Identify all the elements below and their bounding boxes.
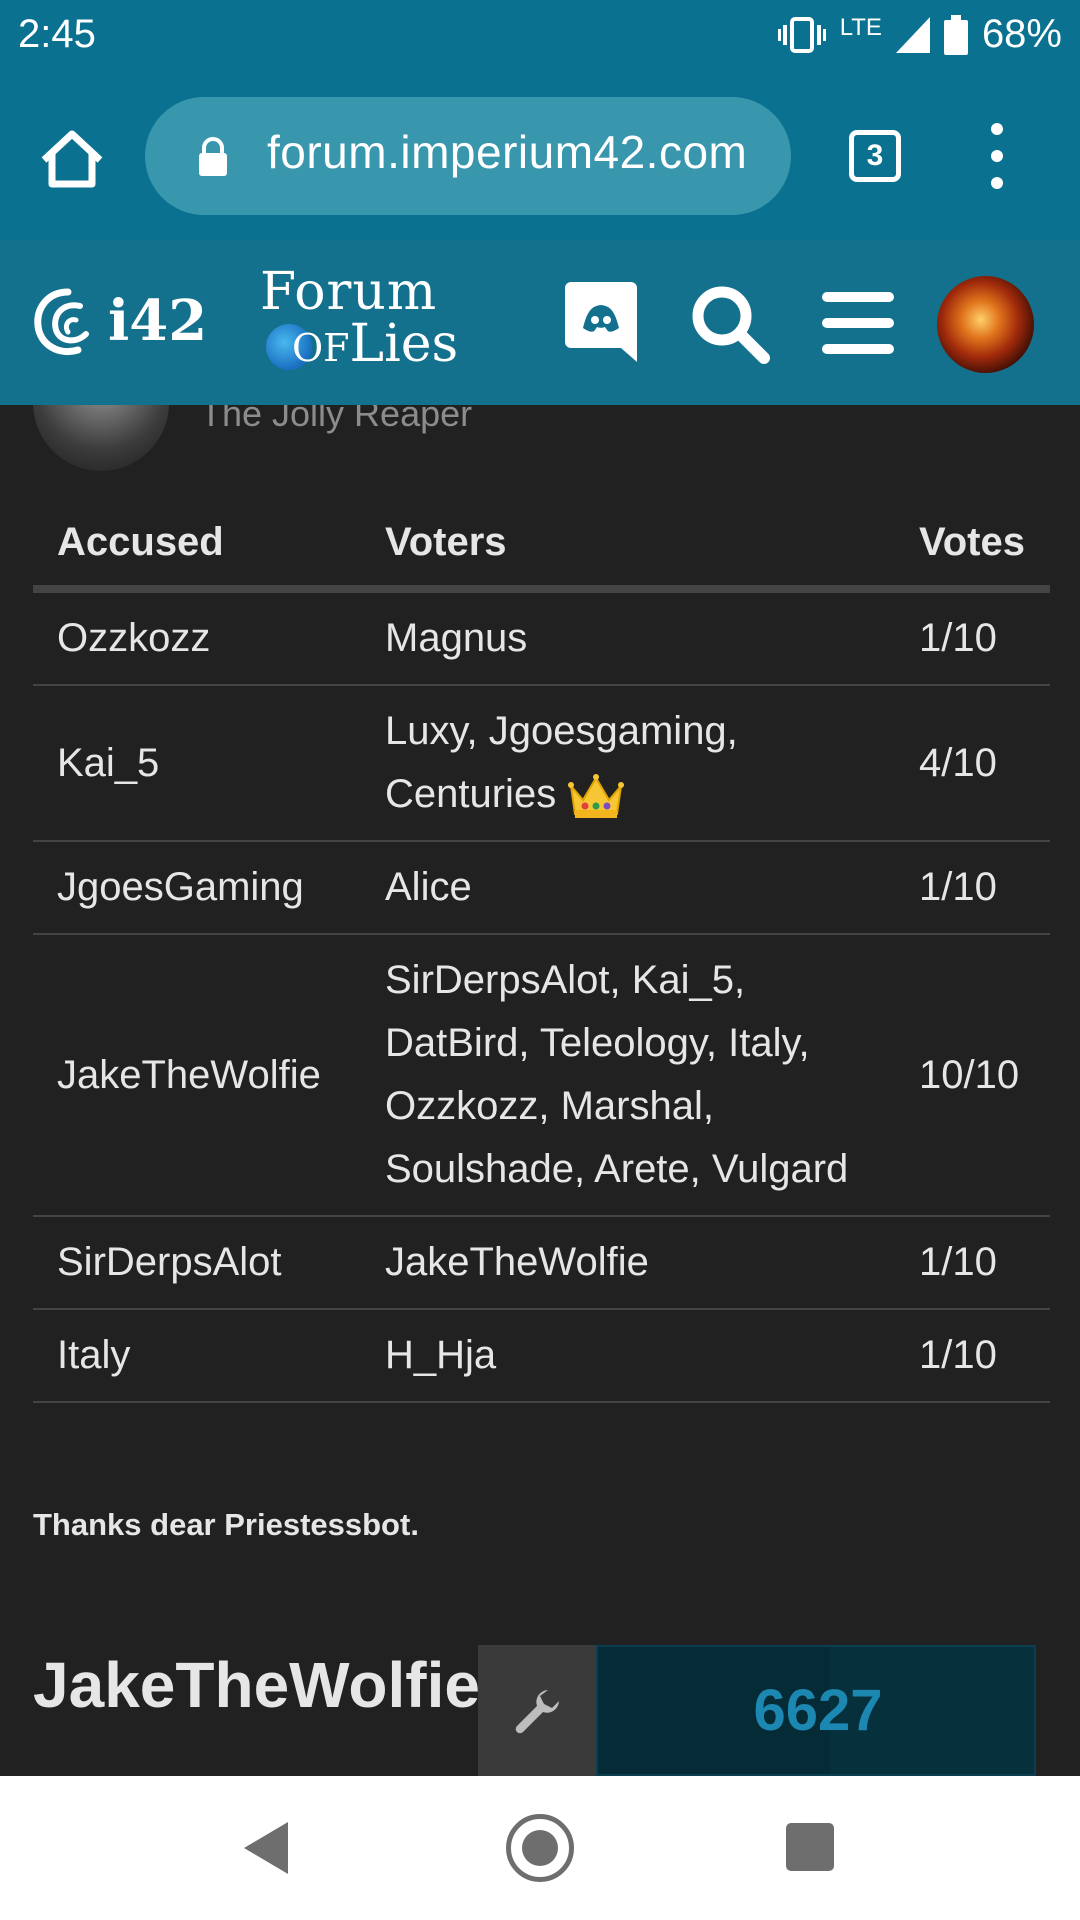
i42-logo[interactable]: i42 (28, 280, 223, 365)
post-user-title: The Jolly Reaper (200, 405, 473, 434)
vibrate-icon (777, 16, 826, 53)
hamburger-bar-icon (822, 292, 894, 302)
tab-switcher-button[interactable]: 3 (849, 130, 901, 182)
counter-bar[interactable]: 6627 (596, 1645, 1036, 1776)
search-icon[interactable] (688, 282, 770, 364)
accused-cell: Kai_5 (33, 685, 361, 842)
browser-toolbar: forum.imperium42.com 3 (0, 75, 1080, 240)
hamburger-bar-icon (822, 318, 894, 328)
forum-logo-line2: OFLies (292, 314, 459, 374)
vote-count-table: Accused Voters Votes Ozzkozz Magnus 1/10… (33, 505, 1050, 1403)
table-row: Ozzkozz Magnus 1/10 (33, 589, 1050, 686)
hamburger-menu-button[interactable] (822, 292, 894, 354)
counter-value: 6627 (753, 1678, 883, 1743)
table-row: Italy H_Hja 1/10 (33, 1309, 1050, 1403)
address-bar[interactable]: forum.imperium42.com (145, 97, 791, 215)
column-header-voters: Voters (361, 505, 895, 593)
menu-dot-icon (991, 123, 1003, 135)
voters-text: Luxy, Jgoesgaming, Centuries (385, 709, 738, 816)
column-header-accused: Accused (33, 505, 361, 593)
table-row: JakeTheWolfie SirDerpsAlot, Kai_5, DatBi… (33, 934, 1050, 1217)
recents-square-icon[interactable] (786, 1823, 834, 1871)
votes-cell: 1/10 (895, 841, 1050, 935)
menu-dot-icon (991, 177, 1003, 189)
menu-dot-icon (991, 150, 1003, 162)
swirl-logo-icon (34, 288, 89, 355)
votes-cell: 1/10 (895, 589, 1050, 686)
votes-cell: 1/10 (895, 1216, 1050, 1310)
column-header-votes: Votes (895, 505, 1050, 593)
accused-cell: Italy (33, 1309, 361, 1403)
status-time: 2:45 (18, 12, 96, 56)
network-type: LTE (839, 13, 882, 41)
thanks-text: Thanks dear Priestessbot. (33, 1507, 419, 1542)
lock-icon (199, 137, 227, 176)
overflow-menu-button[interactable] (982, 123, 1012, 189)
forum-of-lies-logo[interactable]: Forum OFLies (260, 262, 490, 382)
post-author-avatar[interactable] (33, 405, 169, 471)
accused-cell: Ozzkozz (33, 589, 361, 686)
site-header: i42 Forum OFLies (0, 240, 1080, 405)
table-row: Kai_5 Luxy, Jgoesgaming, Centuries 4/10 (33, 685, 1050, 842)
votes-cell: 1/10 (895, 1309, 1050, 1403)
system-navigation-bar (0, 1776, 1080, 1920)
voters-cell: Alice (361, 841, 895, 935)
hamburger-bar-icon (822, 344, 894, 354)
table-row: SirDerpsAlot JakeTheWolfie 1/10 (33, 1216, 1050, 1310)
status-icons: LTE 68% (777, 12, 1062, 57)
voters-cell: Luxy, Jgoesgaming, Centuries (361, 685, 895, 842)
wrench-icon (515, 1689, 559, 1733)
discord-icon[interactable] (565, 282, 637, 362)
forum-logo-line1: Forum (260, 262, 438, 322)
battery-icon (943, 14, 968, 55)
url-text: forum.imperium42.com (267, 126, 748, 178)
post-content: The Jolly Reaper Accused Voters Votes Oz… (0, 405, 1080, 1776)
user-avatar[interactable] (937, 276, 1034, 373)
home-icon (41, 130, 103, 188)
crown-emoji-icon (568, 774, 625, 819)
table-row: JgoesGaming Alice 1/10 (33, 841, 1050, 935)
tools-button[interactable] (478, 1645, 596, 1776)
accused-cell: JgoesGaming (33, 841, 361, 935)
votes-cell: 10/10 (895, 934, 1050, 1217)
signal-icon (895, 16, 930, 53)
voters-cell: SirDerpsAlot, Kai_5, DatBird, Teleology,… (361, 934, 895, 1217)
accused-cell: JakeTheWolfie (33, 934, 361, 1217)
battery-percent: 68% (981, 12, 1062, 56)
voters-cell: JakeTheWolfie (361, 1216, 895, 1310)
home-button[interactable] (38, 125, 106, 193)
status-bar: 2:45 LTE 68% (0, 0, 1080, 75)
accused-cell: SirDerpsAlot (33, 1216, 361, 1310)
voters-cell: H_Hja (361, 1309, 895, 1403)
i42-logo-text: i42 (108, 288, 208, 354)
table-header-row: Accused Voters Votes (33, 505, 1050, 593)
voters-cell: Magnus (361, 589, 895, 686)
votes-cell: 4/10 (895, 685, 1050, 842)
home-circle-icon[interactable] (506, 1814, 574, 1882)
back-triangle-icon[interactable] (244, 1822, 288, 1874)
